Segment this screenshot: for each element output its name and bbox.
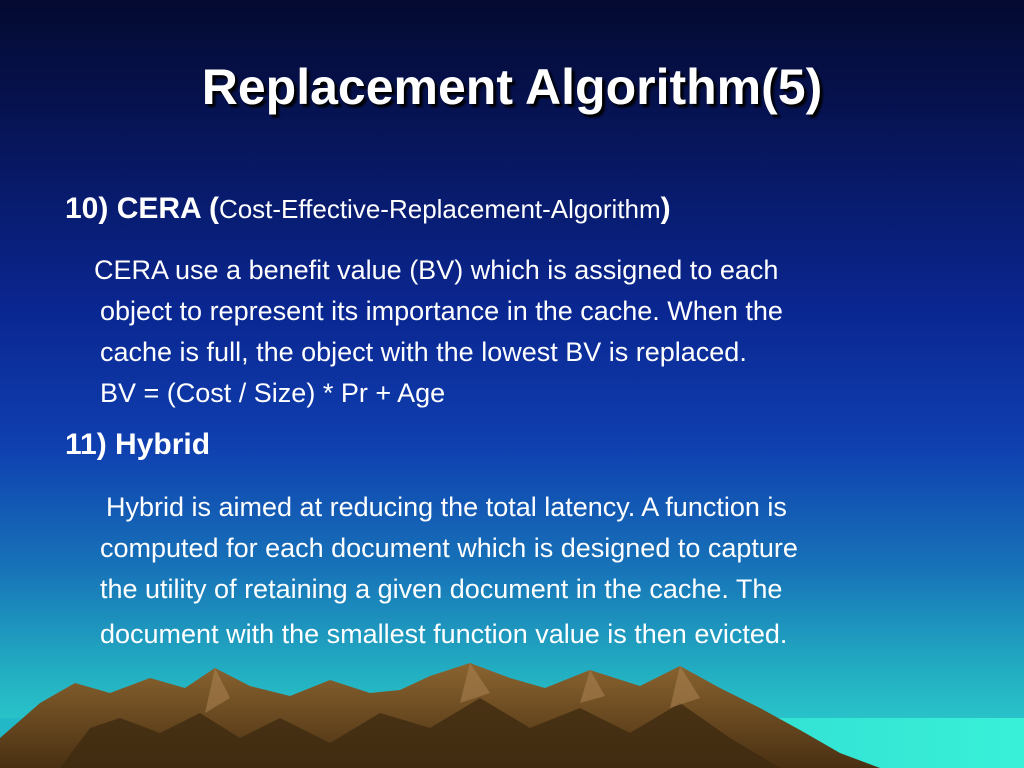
item-11-line: the utility of retaining a given documen… [100, 574, 783, 604]
item-11-line: computed for each document which is desi… [100, 533, 798, 563]
item-11-heading: 11) Hybrid [65, 428, 210, 462]
item-10-line: object to represent its importance in th… [100, 296, 783, 326]
slide-title: Replacement Algorithm(5) [201, 59, 823, 115]
item-11-line: Hybrid is aimed at reducing the total la… [106, 492, 787, 522]
item-10-subtitle: Cost-Effective-Replacement-Algorithm [218, 194, 661, 224]
item-11-paragraph: Hybrid is aimed at reducing the total la… [100, 487, 990, 655]
item-10-close-paren: ) [660, 192, 671, 225]
item-10-heading: 10) CERA (Cost-Effective-Replacement-Alg… [65, 192, 671, 226]
item-10-paragraph: CERA use a benefit value (BV) which is a… [94, 250, 990, 414]
item-10-number-label: 10) CERA [65, 192, 201, 225]
item-10-formula: BV = (Cost / Size) * Pr + Age [100, 378, 446, 408]
item-11-line: document with the smallest function valu… [100, 619, 788, 649]
item-10-line: CERA use a benefit value (BV) which is a… [94, 255, 779, 285]
mountain-landscape-decoration [0, 663, 1024, 768]
item-11-number-label: 11) Hybrid [65, 428, 211, 461]
item-10-open-paren: ( [208, 192, 219, 225]
item-10-line: cache is full, the object with the lowes… [100, 337, 747, 367]
